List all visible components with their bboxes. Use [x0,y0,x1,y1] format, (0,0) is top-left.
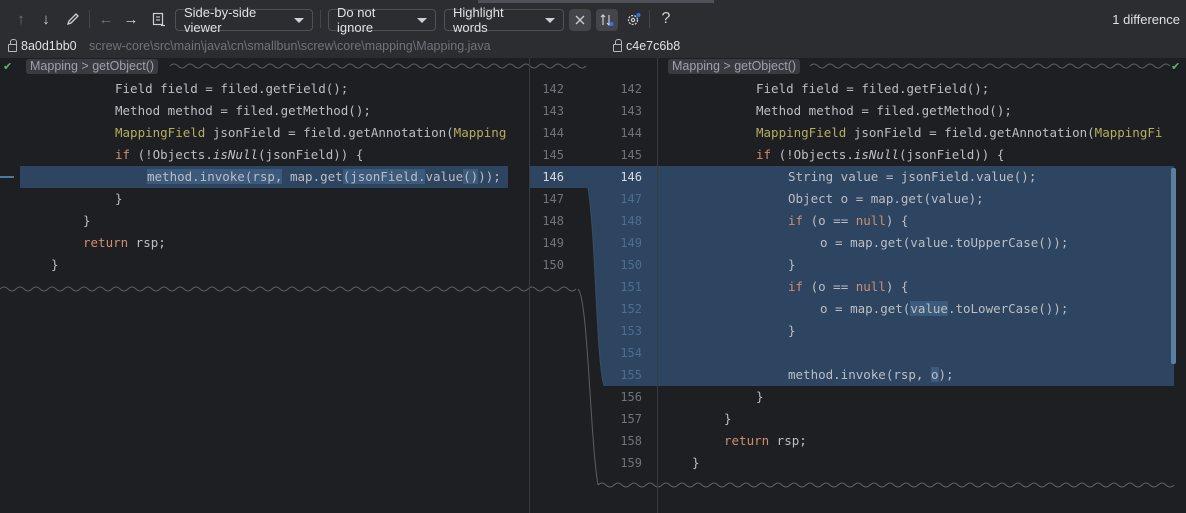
diff-editor: ✔ Mapping > getObject() Mapping > getObj… [0,58,1186,513]
code-line: return rsp; [83,235,166,250]
viewer-mode-dropdown[interactable]: Side-by-side viewer [175,5,313,35]
code-line: if (!Objects.isNull(jsonField)) { [756,147,1005,162]
right-line-number: 151 [620,280,642,294]
right-line-number: 150 [620,258,642,272]
code-line: MappingField jsonField = field.getAnnota… [115,125,507,140]
left-revision-hash: 8a0d1bb0 [21,39,77,53]
file-path: screw-core\src\main\java\cn\smallbun\scr… [89,39,491,53]
pencil-icon[interactable] [62,8,84,30]
left-line-number: 142 [542,82,564,96]
right-line-number: 145 [620,148,642,162]
highlight-mode-label: Highlight words [453,5,504,35]
code-line-added: if (o == null) { [788,279,909,294]
toolbar-separator [320,10,321,28]
right-line-number: 152 [620,302,642,316]
chevron-down-icon [294,17,304,23]
right-line-number: 146 [620,170,642,184]
chevron-down-icon [417,17,427,23]
ignore-mode-dropdown[interactable]: Do not ignore [328,5,436,35]
right-line-number: 159 [620,456,642,470]
code-line-added: } [788,323,796,338]
document-icon[interactable] [148,8,170,30]
code-line: } [115,191,123,206]
code-line-added: o = map.get(value.toLowerCase()); [820,301,1069,316]
left-line-number: 149 [542,236,564,250]
arrow-right-icon[interactable]: → [121,8,141,30]
window-drag-strip [478,0,714,3]
left-line-number: 150 [542,258,564,272]
code-line-added: Object o = map.get(value); [788,191,984,206]
code-line-changed: method.invoke(rsp, map.get(jsonField.val… [147,169,501,184]
highlight-mode-dropdown[interactable]: Highlight words [444,5,564,35]
code-line-added: o = map.get(value.toUpperCase()); [820,235,1069,250]
code-line-changed: method.invoke(rsp, o); [788,367,954,382]
toolbar-separator [89,10,90,28]
code-line: Field field = filed.getField(); [115,81,349,96]
code-line: } [692,455,700,470]
code-line: Method method = filed.getMethod(); [756,103,1012,118]
left-line-number: 145 [542,148,564,162]
left-line-number: 148 [542,214,564,228]
lock-icon [613,39,622,52]
left-code-pane[interactable]: Field field = filed.getField(); Method m… [0,58,528,513]
right-line-number: 153 [620,324,642,338]
code-line: } [83,213,91,228]
arrow-up-icon[interactable]: ↑ [12,8,30,30]
right-line-number: 155 [620,368,642,382]
right-line-number: 148 [620,214,642,228]
revision-info-bar: 8a0d1bb0 screw-core\src\main\java\cn\sma… [0,38,1186,58]
collapse-icon[interactable] [569,9,591,31]
code-line-added: } [788,257,796,272]
right-line-number: 158 [620,434,642,448]
right-revision-hash: c4e7c6b8 [626,39,681,53]
toolbar-separator [649,10,650,28]
code-line: } [51,257,59,272]
arrow-down-icon[interactable]: ↓ [37,8,55,30]
gear-icon[interactable] [623,8,643,30]
code-line-added: if (o == null) { [788,213,909,228]
ignore-mode-label: Do not ignore [337,5,376,35]
vertical-scrollbar[interactable] [1171,168,1176,364]
chevron-down-icon [545,17,555,23]
help-icon[interactable]: ? [656,8,676,30]
code-line-added: String value = jsonField.value(); [788,169,1037,184]
arrow-left-icon[interactable]: ← [96,8,116,30]
code-line: if (!Objects.isNull(jsonField)) { [115,147,364,162]
right-line-number: 147 [620,192,642,206]
code-line: MappingField jsonField = field.getAnnota… [756,125,1163,140]
lock-icon [8,39,17,52]
code-line: } [756,389,764,404]
code-line: Field field = filed.getField(); [756,81,990,96]
code-line: return rsp; [724,433,807,448]
right-line-number: 142 [620,82,642,96]
left-line-number: 143 [542,104,564,118]
diff-toolbar: ↑ ↓ ← → Side-by-side viewer Do not ignor… [0,0,1186,38]
difference-count: 1 difference [1112,12,1180,27]
right-line-number: 156 [620,390,642,404]
right-line-number: 149 [620,236,642,250]
sync-scroll-icon[interactable] [596,9,618,31]
right-line-number: 143 [620,104,642,118]
right-line-number: 154 [620,346,642,360]
right-line-number: 144 [620,126,642,140]
code-line: Method method = filed.getMethod(); [115,103,371,118]
left-line-number: 146 [542,170,564,184]
code-line: } [724,411,732,426]
right-line-number: 157 [620,412,642,426]
viewer-mode-label: Side-by-side viewer [184,5,257,35]
left-line-number: 147 [542,192,564,206]
right-code-pane[interactable]: Field field = filed.getField(); Method m… [658,58,1186,513]
left-line-number: 144 [542,126,564,140]
